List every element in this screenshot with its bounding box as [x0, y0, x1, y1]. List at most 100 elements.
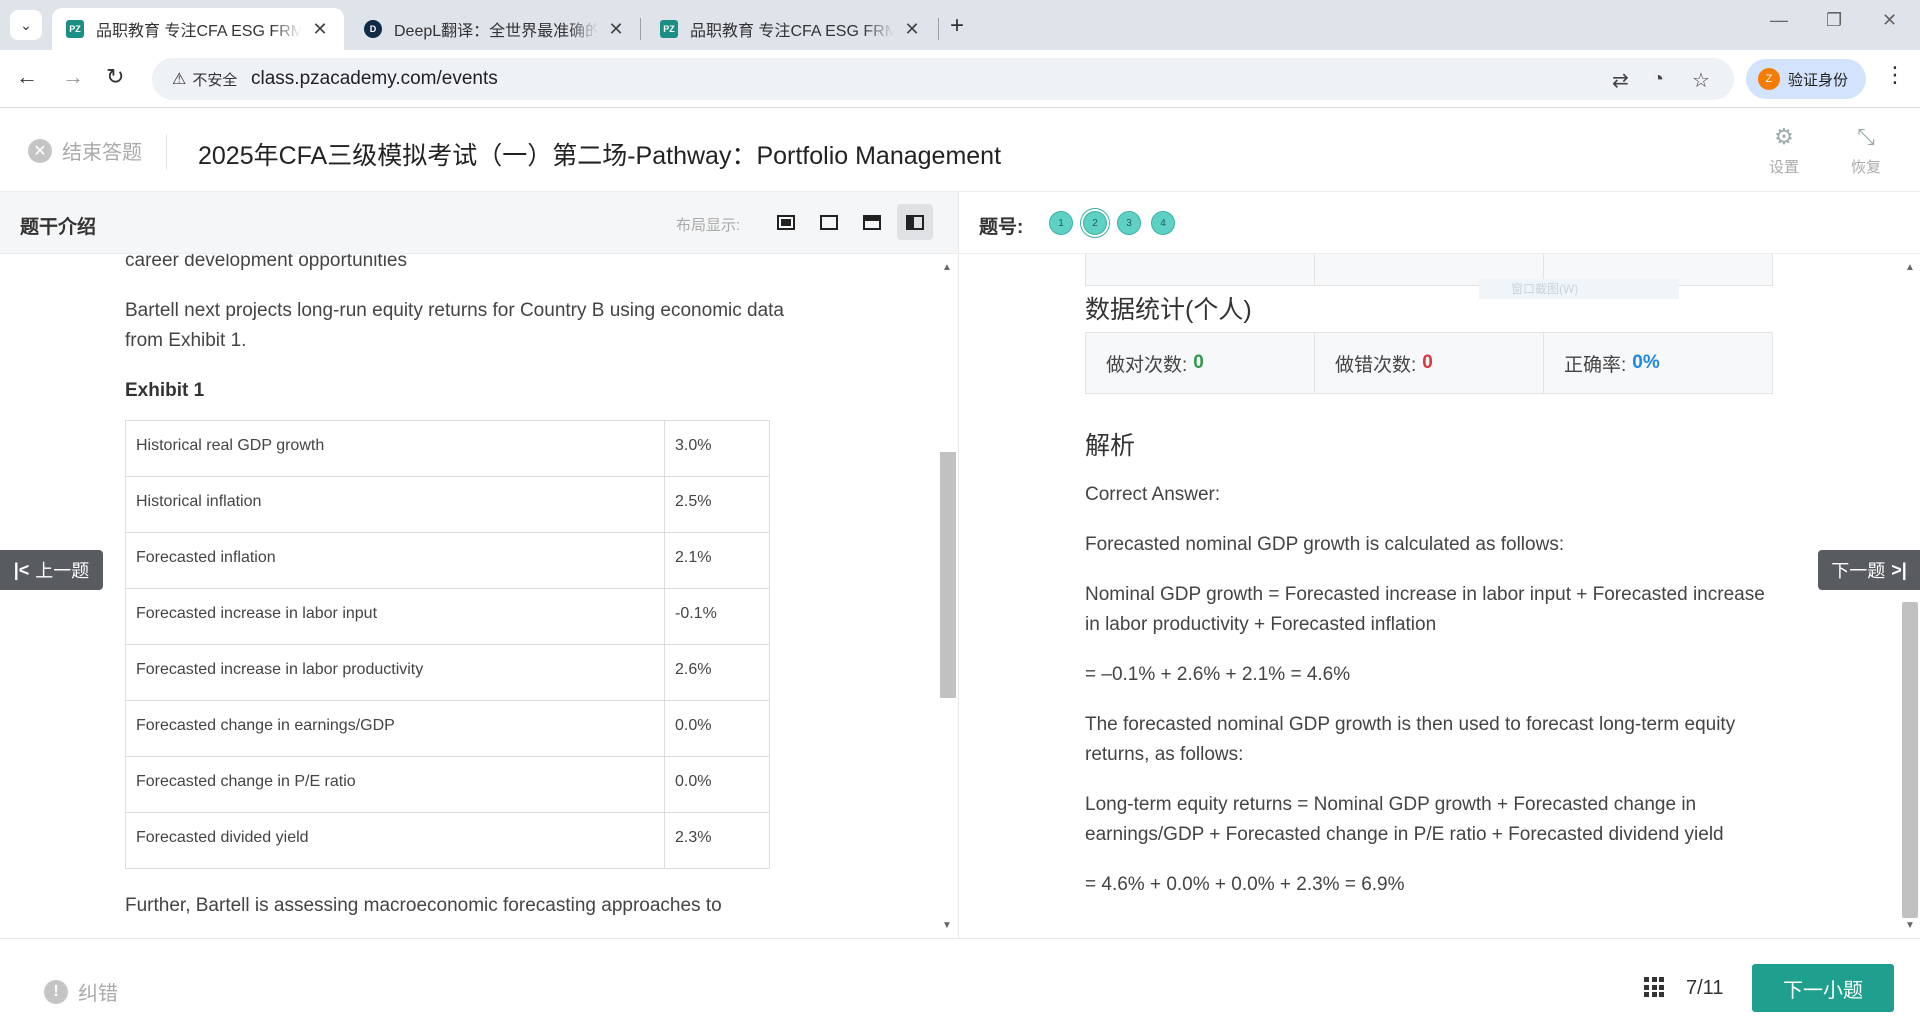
url-text[interactable]: class.pzacademy.com/events: [251, 68, 498, 90]
analysis-title: 解析: [1085, 432, 1136, 460]
stem-content: career development opportunities Bartell…: [125, 254, 785, 938]
prev-question-label: 上一题: [35, 561, 90, 581]
layout-empty-button[interactable]: [811, 204, 847, 240]
end-exam-button[interactable]: ✕ 结束答题: [28, 136, 142, 165]
chevron-down-icon: ⌄: [20, 16, 32, 33]
restore-window-icon[interactable]: ❐: [1826, 10, 1842, 31]
settings-label: 设置: [1768, 159, 1799, 176]
close-icon[interactable]: ✕: [310, 19, 330, 40]
pz-favicon-icon: PZ: [66, 20, 84, 38]
page-title: 2025年CFA三级模拟考试（一）第二场-Pathway：Portfolio M…: [198, 142, 1002, 170]
table-cell-label: Forecasted increase in labor productivit…: [125, 644, 665, 701]
exclamation-circle-icon: !: [44, 979, 68, 1004]
layout-top-button[interactable]: [854, 204, 890, 240]
exhibit-table: Historical real GDP growth 3.0% Historica…: [125, 420, 770, 869]
new-tab-plus-icon[interactable]: +: [950, 12, 964, 40]
stem-title: 题干介绍: [20, 217, 97, 238]
question-number-bar: 题号: 1 2 3 4: [959, 192, 1920, 254]
scroll-down-arrow-icon[interactable]: ▼: [1905, 920, 1915, 931]
question-dot-2[interactable]: 2: [1083, 211, 1107, 235]
stem-paragraph: Further, Bartell is assessing macroecono…: [125, 895, 722, 916]
close-icon[interactable]: ✕: [606, 19, 626, 40]
stem-scrollbar-thumb[interactable]: [940, 452, 956, 698]
scroll-up-arrow-icon[interactable]: ▲: [942, 262, 952, 273]
question-dot-4[interactable]: 4: [1151, 211, 1175, 235]
deepl-favicon-icon: D: [364, 20, 382, 38]
tab-title: 品职教育 专注CFA ESG FRM CFA: [690, 23, 894, 40]
minimize-icon[interactable]: —: [1770, 10, 1788, 31]
table-row: Historical real GDP growth 3.0%: [125, 420, 770, 477]
profile-button[interactable]: Z 验证身份: [1746, 59, 1866, 99]
question-dot-1[interactable]: 1: [1049, 211, 1073, 235]
question-grid-icon[interactable]: [1644, 977, 1664, 997]
close-icon[interactable]: ✕: [902, 19, 922, 40]
translate-icon[interactable]: ⇄: [1612, 68, 1629, 93]
bookmark-star-icon[interactable]: ☆: [1692, 68, 1710, 93]
table-cell-value: 2.5%: [664, 476, 770, 533]
performance-icon[interactable]: ◔: [1652, 68, 1664, 91]
analysis-scroll-area[interactable]: 窗口截图(W) 数据统计(个人) 做对次数: 0 做错次数: 0 正确率: 0%…: [959, 254, 1899, 938]
table-cell-value: -0.1%: [664, 588, 770, 645]
analysis-paragraph: Correct Answer:: [1085, 484, 1221, 505]
scroll-down-arrow-icon[interactable]: ▼: [942, 920, 952, 931]
analysis-paragraph: Nominal GDP growth = Forecasted increase…: [1085, 584, 1765, 635]
table-row: Forecasted change in earnings/GDP 0.0%: [125, 700, 770, 757]
table-row: Forecasted divided yield 2.3%: [125, 812, 770, 869]
analysis-paragraph: Forecasted nominal GDP growth is calcula…: [1085, 534, 1565, 555]
analysis-scrollbar-thumb[interactable]: [1902, 602, 1918, 918]
table-cell-label: Forecasted divided yield: [125, 812, 665, 869]
stem-header: 题干介绍 布局显示:: [0, 192, 958, 254]
table-cell-value: 0.0%: [664, 756, 770, 813]
avatar: Z: [1758, 68, 1780, 90]
analysis-paragraph: = 4.6% + 0.0% + 0.0% + 2.3% = 6.9%: [1085, 874, 1405, 895]
table-cell-label: Forecasted change in earnings/GDP: [125, 700, 665, 757]
prev-question-button[interactable]: |< 上一题: [0, 550, 103, 590]
forward-arrow-icon[interactable]: →: [62, 64, 84, 90]
settings-button[interactable]: ⚙ 设置: [1754, 124, 1814, 177]
layout-top-icon: [863, 214, 881, 230]
correct-count-label: 做对次数:: [1106, 354, 1188, 376]
wrong-count-label: 做错次数:: [1335, 354, 1417, 376]
address-bar: ← → ↻ ⚠ 不安全 class.pzacademy.com/events ⇄…: [0, 50, 1920, 108]
question-number-label: 题号:: [979, 217, 1024, 238]
next-subquestion-button[interactable]: 下一小题: [1752, 964, 1894, 1012]
exhibit-title: Exhibit 1: [125, 380, 205, 401]
more-menu-icon[interactable]: ⋮: [1884, 62, 1906, 88]
layout-split-button[interactable]: [897, 204, 933, 240]
exam-header: ✕ 结束答题 2025年CFA三级模拟考试（一）第二场-Pathway：Port…: [0, 108, 1920, 192]
close-window-icon[interactable]: ✕: [1882, 10, 1897, 31]
analysis-paragraph: The forecasted nominal GDP growth is the…: [1085, 714, 1736, 765]
reload-icon[interactable]: ↻: [106, 64, 124, 90]
accuracy-value: 0%: [1632, 352, 1660, 373]
close-circle-icon: ✕: [28, 138, 52, 163]
layout-full-button[interactable]: [768, 204, 804, 240]
back-arrow-icon[interactable]: ←: [16, 64, 38, 90]
question-progress: 7/11: [1686, 977, 1724, 999]
table-row: Forecasted inflation 2.1%: [125, 532, 770, 589]
site-info-button[interactable]: ⚠ 不安全: [162, 64, 247, 94]
pz-favicon-icon: PZ: [660, 20, 678, 38]
table-row: Forecasted change in P/E ratio 0.0%: [125, 756, 770, 813]
layout-empty-icon: [820, 214, 838, 230]
report-error-button[interactable]: ! 纠错: [44, 977, 118, 1006]
restore-button[interactable]: ⤡ 恢复: [1836, 124, 1896, 177]
tab-search-button[interactable]: ⌄: [10, 10, 42, 40]
browser-tab-3[interactable]: PZ 品职教育 专注CFA ESG FRM CFA ✕: [646, 8, 936, 50]
stem-scroll-area[interactable]: career development opportunities Bartell…: [0, 254, 940, 938]
layout-full-icon: [777, 214, 795, 230]
answer-analysis-pane: 题号: 1 2 3 4 窗口截图(W) 数据统计(个人) 做对次数: 0 做错次…: [958, 192, 1920, 938]
warning-triangle-icon: ⚠: [172, 71, 187, 88]
table-row: Forecasted increase in labor productivit…: [125, 644, 770, 701]
restore-label: 恢复: [1850, 159, 1881, 176]
stats-cell: [1086, 254, 1315, 285]
scroll-up-arrow-icon[interactable]: ▲: [1905, 262, 1915, 273]
table-cell-value: 2.1%: [664, 532, 770, 589]
browser-tab-1[interactable]: PZ 品职教育 专注CFA ESG FRM CFA ✕: [52, 8, 344, 50]
gear-icon: ⚙: [1774, 124, 1794, 149]
table-cell-label: Forecasted inflation: [125, 532, 665, 589]
omnibox[interactable]: ⚠ 不安全 class.pzacademy.com/events ⇄ ◔ ☆: [152, 58, 1734, 100]
browser-tab-2[interactable]: D DeepL翻译：全世界最准确的翻译 ✕: [350, 8, 640, 50]
next-question-button[interactable]: 下一题 >|: [1818, 550, 1920, 590]
question-dot-3[interactable]: 3: [1117, 211, 1141, 235]
stats-correct-cell: 做对次数: 0: [1086, 333, 1315, 393]
